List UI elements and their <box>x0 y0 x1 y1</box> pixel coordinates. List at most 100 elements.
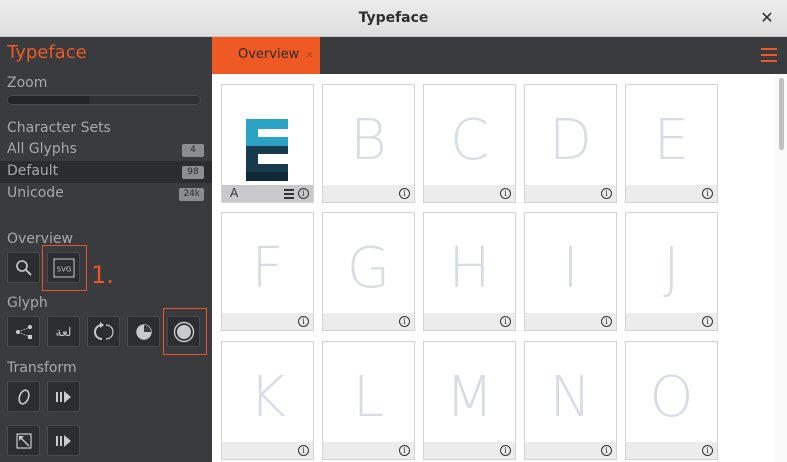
glyph-cell-g[interactable]: Gi <box>322 212 415 331</box>
arrow-right-icon <box>55 390 71 403</box>
glyph-cell-footer: i <box>222 442 313 459</box>
glyph-cell-a[interactable]: Ai <box>221 84 314 203</box>
glyph-cell-footer: i <box>424 313 515 330</box>
ligature-icon: لعة <box>55 324 72 339</box>
scrollbar-thumb[interactable] <box>779 78 784 150</box>
scrollbar[interactable] <box>775 74 787 462</box>
glyph-preview: F <box>251 236 284 301</box>
glyph-cell-l[interactable]: Li <box>322 341 415 460</box>
glyph-cell-footer: i <box>222 313 313 330</box>
info-icon[interactable]: i <box>500 188 511 199</box>
glyph-cell-footer: i <box>525 185 616 202</box>
info-icon[interactable]: i <box>298 316 309 327</box>
glyph-cell-footer: i <box>525 313 616 330</box>
callout-box-1 <box>42 245 87 291</box>
charset-all-glyphs[interactable]: All Glyphs 4 <box>0 139 212 161</box>
glyph-cell-f[interactable]: Fi <box>221 212 314 331</box>
glyph-preview: L <box>352 365 385 430</box>
character-sets-label: Character Sets <box>7 120 111 136</box>
title-bar: Typeface ✕ <box>0 0 787 37</box>
arrow-right-icon <box>55 434 71 447</box>
info-icon[interactable]: i <box>500 316 511 327</box>
glyph-preview: K <box>249 365 286 430</box>
info-icon[interactable]: i <box>399 445 410 456</box>
zoom-label: Zoom <box>7 75 48 91</box>
window-title: Typeface <box>358 10 429 26</box>
italic-button[interactable] <box>7 381 40 412</box>
glyph-cell-d[interactable]: Di <box>524 84 617 203</box>
callout-label-1: 1. <box>91 261 114 289</box>
contrast-icon <box>135 323 152 340</box>
contrast-button[interactable] <box>127 316 160 347</box>
charset-count-badge: 24k <box>179 188 204 201</box>
slant-icon <box>17 388 30 405</box>
info-icon[interactable]: i <box>601 188 612 199</box>
glyph-preview: N <box>549 365 592 430</box>
glyph-cell-j[interactable]: Ji <box>625 212 718 331</box>
glyph-cell-footer: i <box>424 442 515 459</box>
share-icon <box>15 324 32 339</box>
glyph-cell-e[interactable]: Ei <box>625 84 718 203</box>
glyph-preview: E <box>653 108 690 173</box>
glyph-cell-m[interactable]: Mi <box>423 341 516 460</box>
move-button[interactable] <box>47 425 80 456</box>
close-tab-icon[interactable]: × <box>305 48 314 61</box>
glyph-preview: D <box>548 108 593 173</box>
glyph-label: Glyph <box>7 295 48 311</box>
info-icon[interactable]: i <box>702 188 713 199</box>
glyph-cell-footer: Ai <box>222 185 313 202</box>
info-icon[interactable]: i <box>702 445 713 456</box>
glyph-cell-k[interactable]: Ki <box>221 341 314 460</box>
rotate-icon <box>93 321 114 340</box>
zoom-slider-fill <box>8 96 89 104</box>
rotate-button[interactable] <box>87 316 120 347</box>
charset-default[interactable]: Default 98 <box>0 161 212 183</box>
glyph-cell-n[interactable]: Ni <box>524 341 617 460</box>
glyph-grid: AiBiCiDiEiFiGiHiIiJiKiLiMiNiOi <box>212 74 787 462</box>
info-icon[interactable]: i <box>601 445 612 456</box>
glyph-cell-c[interactable]: Ci <box>423 84 516 203</box>
glyph-cell-footer: i <box>626 185 717 202</box>
glyph-preview: G <box>346 236 391 301</box>
glyph-preview: B <box>350 108 387 173</box>
info-icon[interactable]: i <box>399 316 410 327</box>
glyph-cell-footer: i <box>424 185 515 202</box>
share-button[interactable] <box>7 316 40 347</box>
search-icon <box>15 259 32 276</box>
glyph-preview: O <box>649 365 694 430</box>
ligature-button[interactable]: لعة <box>47 316 80 347</box>
glyph-cell-footer: i <box>626 313 717 330</box>
expand-button[interactable] <box>47 381 80 412</box>
glyph-cell-footer: i <box>323 313 414 330</box>
menu-icon[interactable] <box>761 48 777 62</box>
charset-count-badge: 98 <box>182 166 204 179</box>
tab-label: Overview <box>238 47 300 62</box>
info-icon[interactable]: i <box>298 445 309 456</box>
info-icon[interactable]: i <box>500 445 511 456</box>
resize-button[interactable] <box>7 425 40 456</box>
zoom-slider[interactable] <box>7 95 201 105</box>
glyph-preview: I <box>562 236 579 301</box>
glyph-cell-footer: i <box>323 442 414 459</box>
search-button[interactable] <box>7 252 40 283</box>
info-icon[interactable]: i <box>399 188 410 199</box>
charset-label: Default <box>7 163 59 179</box>
glyph-menu-icon[interactable] <box>284 189 294 201</box>
sidebar: Typeface Zoom Character Sets All Glyphs … <box>0 37 233 462</box>
charset-unicode[interactable]: Unicode 24k <box>0 183 212 205</box>
glyph-name-label: A <box>230 186 239 200</box>
glyph-cell-footer: i <box>626 442 717 459</box>
glyph-cell-h[interactable]: Hi <box>423 212 516 331</box>
glyph-cell-b[interactable]: Bi <box>322 84 415 203</box>
charset-count-badge: 4 <box>182 144 204 157</box>
info-icon[interactable]: i <box>702 316 713 327</box>
glyph-cell-i[interactable]: Ii <box>524 212 617 331</box>
glyph-cell-footer: i <box>525 442 616 459</box>
glyph-preview-e <box>246 119 288 181</box>
glyph-cell-o[interactable]: Oi <box>625 341 718 460</box>
info-icon[interactable]: i <box>298 188 309 199</box>
charset-label: All Glyphs <box>7 141 77 157</box>
close-icon[interactable]: ✕ <box>757 8 777 28</box>
info-icon[interactable]: i <box>601 316 612 327</box>
tab-overview[interactable]: Overview × <box>212 37 320 74</box>
